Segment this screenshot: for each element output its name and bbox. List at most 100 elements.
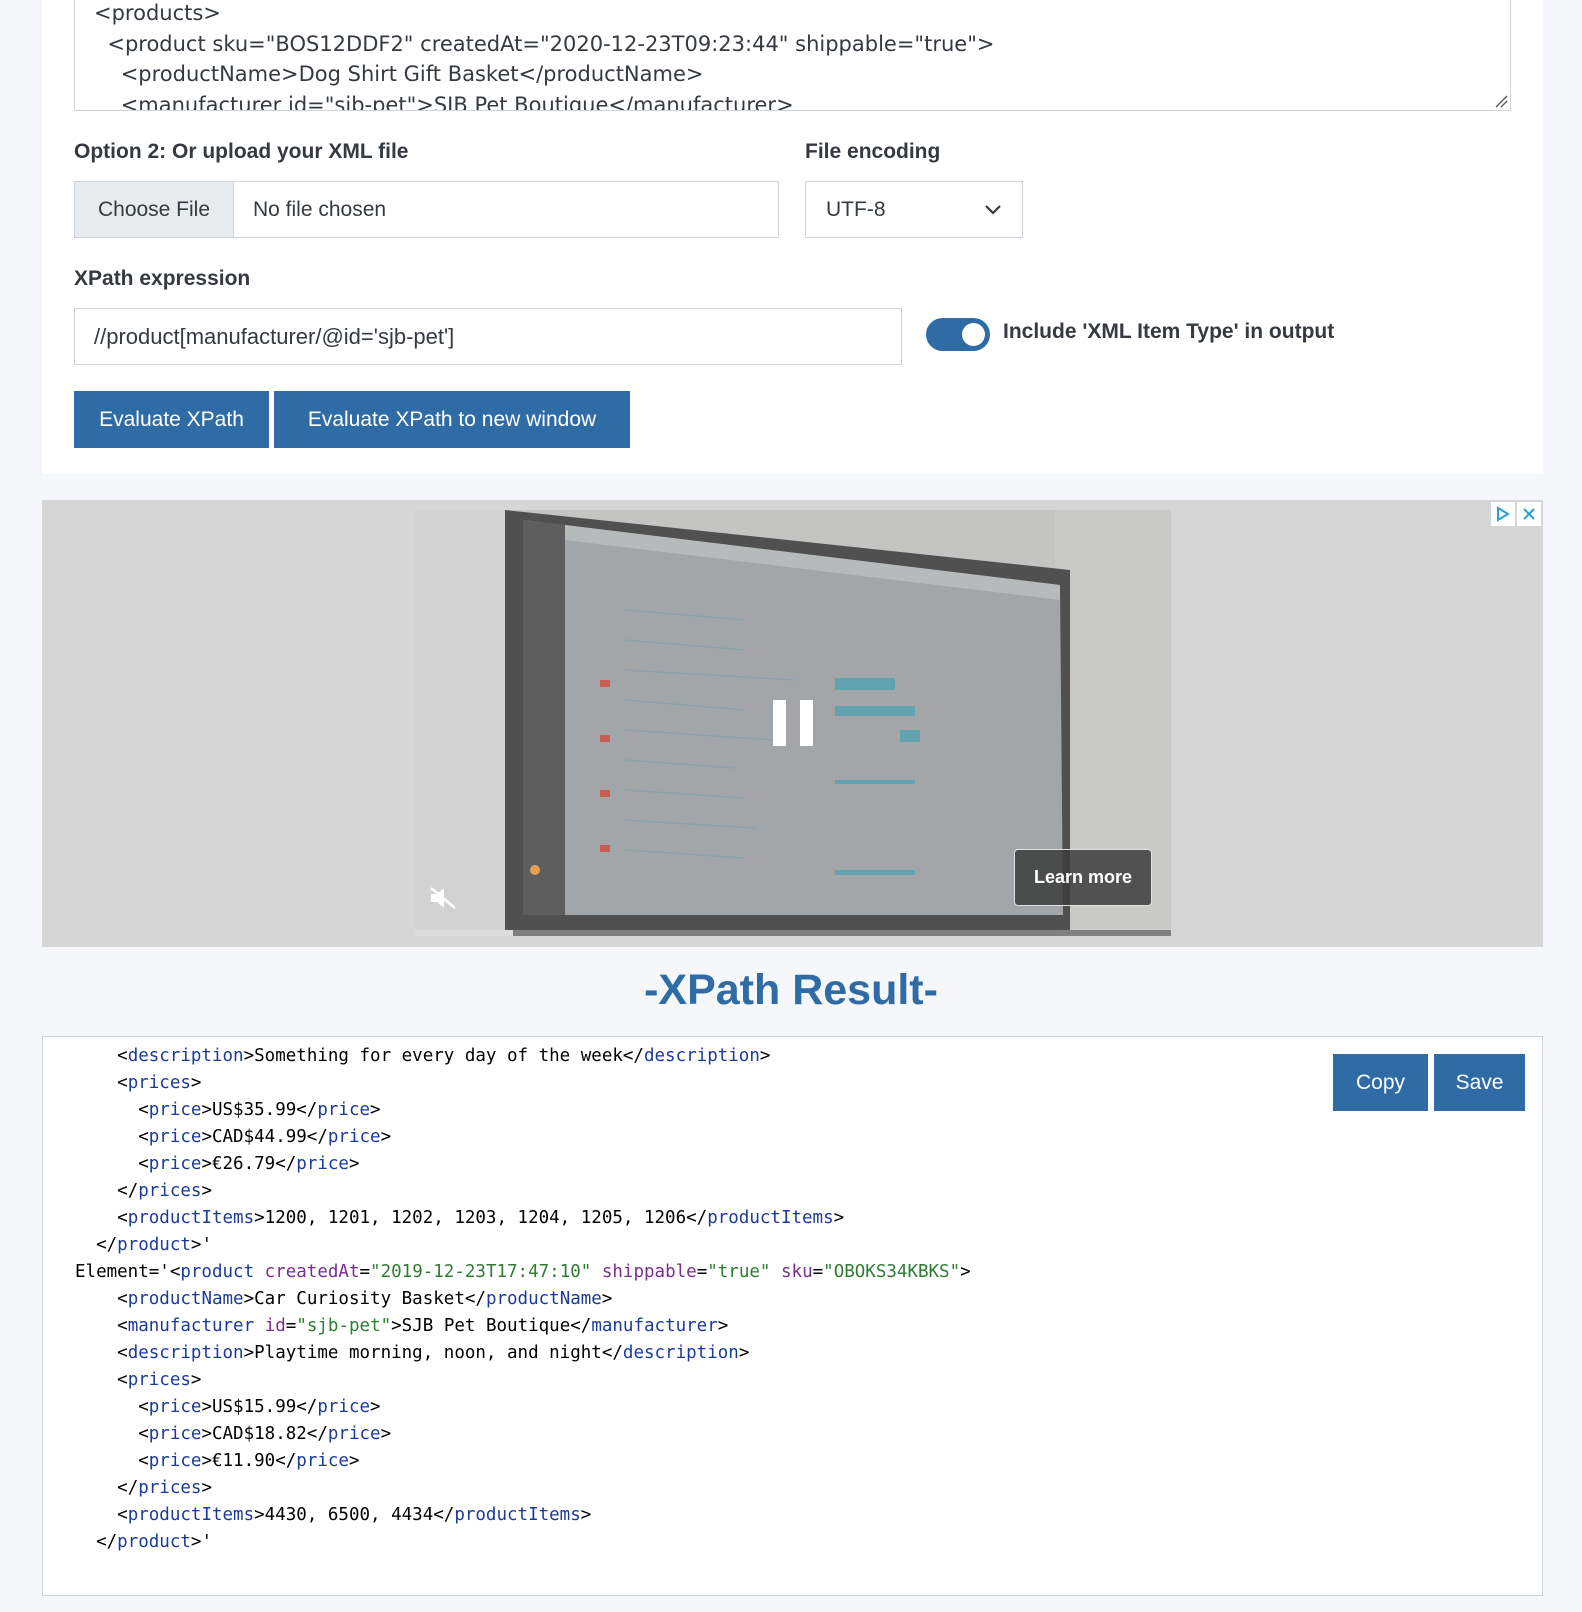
file-name-text: No file chosen [253,197,387,221]
code-token: >' [190,1235,212,1255]
file-upload-input[interactable]: Choose File No file chosen [74,181,779,238]
learn-more-button[interactable]: Learn more [1014,849,1152,906]
code-token: > [738,1343,750,1363]
code-token: productName [485,1289,602,1309]
result-code-line: <price>€26.79</price> [75,1151,971,1178]
result-code-line: <price>CAD$44.99</price> [75,1124,971,1151]
code-token: > [190,1370,202,1390]
code-token: = [359,1262,371,1282]
resize-handle-icon[interactable] [1494,94,1508,108]
code-token: < [117,1370,128,1390]
code-token: >Playtime morning, noon, and night</ [243,1343,623,1363]
code-token: price [317,1397,371,1417]
code-token: < [117,1208,128,1228]
code-token: > [190,1073,202,1093]
xpath-label: XPath expression [74,267,251,290]
code-token: description [127,1343,244,1363]
result-code-line: </prices> [75,1475,971,1502]
code-token: < [138,1424,149,1444]
encoding-select[interactable]: UTF-8 [805,181,1023,238]
muted-speaker-icon[interactable] [429,886,457,910]
code-token: prices [127,1370,191,1390]
code-token: price [327,1424,381,1444]
code-token: price [148,1424,202,1444]
result-code-line: </product>' [75,1232,971,1259]
code-token: < [117,1289,128,1309]
code-token: prices [138,1478,202,1498]
evaluate-xpath-new-window-button[interactable]: Evaluate XPath to new window [274,391,630,448]
result-code-line: <price>US$15.99</price> [75,1394,971,1421]
code-token: >US$15.99</ [201,1397,318,1417]
code-token: < [117,1073,128,1093]
code-token: >€26.79</ [201,1154,297,1174]
result-code-line: <description>Something for every day of … [75,1043,971,1070]
result-code-line: </prices> [75,1178,971,1205]
encoding-value: UTF-8 [826,197,886,221]
code-token: > [348,1451,360,1471]
code-token: price [296,1154,349,1174]
code-token: = [285,1316,297,1336]
close-icon[interactable] [1517,502,1541,526]
code-token: createdAt [264,1262,360,1282]
result-code-line: <prices> [75,1070,971,1097]
code-token: manufacturer [127,1316,255,1336]
chevron-down-icon [985,204,1001,215]
result-code-line: <productItems>4430, 6500, 4434</productI… [75,1502,971,1529]
include-item-type-label: Include 'XML Item Type' in output [1003,320,1335,343]
code-token: >CAD$44.99</ [201,1127,328,1147]
save-button[interactable]: Save [1434,1054,1525,1111]
code-token: price [148,1100,202,1120]
code-token: = [812,1262,824,1282]
xpath-expression-input[interactable]: //product[manufacturer/@id='sjb-pet'] [74,308,902,365]
code-token: </ [96,1532,118,1552]
code-token: >' [190,1532,212,1552]
result-code-line: <price>US$35.99</price> [75,1097,971,1124]
xml-input-line: <product sku="BOS12DDF2" createdAt="2020… [94,31,995,56]
code-token: > [380,1127,392,1147]
code-token: < [138,1451,149,1471]
code-token: "sjb-pet" [296,1316,392,1336]
pause-icon[interactable] [773,700,813,746]
code-token: >US$35.99</ [201,1100,318,1120]
code-token: > [717,1316,729,1336]
code-token: prices [127,1073,191,1093]
result-code-line: Element='<product createdAt="2019-12-23T… [75,1259,971,1286]
evaluate-xpath-button[interactable]: Evaluate XPath [74,391,269,448]
code-token: < [117,1316,128,1336]
upload-label: Option 2: Or upload your XML file [74,140,409,163]
code-token: > [833,1208,845,1228]
code-token: shippable [601,1262,697,1282]
code-token: > [960,1262,971,1282]
result-code-line: </product>' [75,1529,971,1556]
code-token: < [117,1505,128,1525]
code-token: > [348,1154,360,1174]
toggle-knob [962,323,985,346]
code-token: >CAD$18.82</ [201,1424,328,1444]
xml-input-line: <manufacturer id="sjb-pet">SJB Pet Bouti… [94,92,794,111]
code-token: > [370,1397,381,1417]
adchoices-icon[interactable] [1491,502,1515,526]
choose-file-button[interactable]: Choose File [75,182,234,237]
video-progress-bar[interactable] [415,930,1171,936]
code-token: >4430, 6500, 4434</ [254,1505,455,1525]
result-code-line: <description>Playtime morning, noon, and… [75,1340,971,1367]
ad-choices [1491,502,1541,526]
ad-video[interactable]: Learn more [415,510,1171,936]
code-token: > [201,1478,212,1498]
code-token: id [264,1316,286,1336]
code-token: "OBOKS34KBKS" [823,1262,961,1282]
code-token: > [380,1424,392,1444]
xml-input-line: <productName>Dog Shirt Gift Basket</prod… [94,62,704,86]
include-item-type-toggle[interactable] [926,318,990,351]
code-token: sku [781,1262,813,1282]
xml-input-textarea[interactable]: <products> <product sku="BOS12DDF2" crea… [74,0,1511,111]
code-token: product [117,1235,191,1255]
copy-button[interactable]: Copy [1333,1054,1428,1111]
